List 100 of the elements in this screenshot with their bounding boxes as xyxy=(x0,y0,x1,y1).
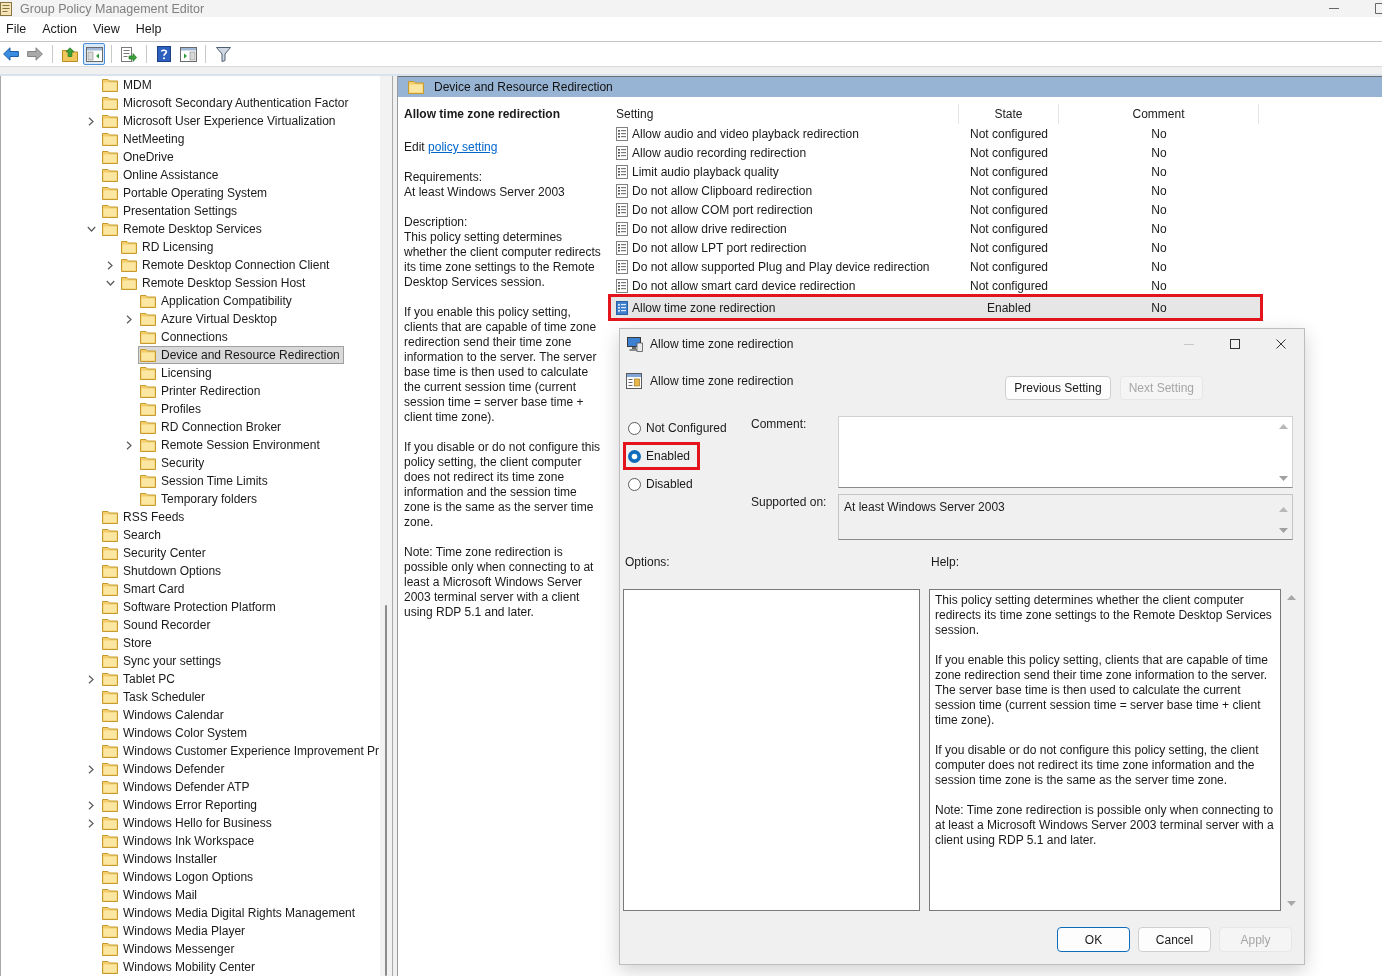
tree-item[interactable]: Temporary folders xyxy=(138,490,262,508)
folder-icon xyxy=(102,852,118,866)
table-row[interactable]: Allow time zone redirection Enabled No xyxy=(608,294,1263,321)
tree-item[interactable]: Licensing xyxy=(138,364,216,382)
chevron-right-icon[interactable] xyxy=(88,764,94,774)
tree-item[interactable]: Windows Color System xyxy=(100,724,252,742)
tree-item[interactable]: NetMeeting xyxy=(100,130,189,148)
back-arrow-icon xyxy=(3,47,19,61)
column-header[interactable]: Setting xyxy=(612,104,959,124)
tree-item[interactable]: Remote Desktop Services xyxy=(100,220,266,238)
tree-item[interactable]: Application Compatibility xyxy=(138,292,296,310)
tree-item[interactable]: Microsoft User Experience Virtualization xyxy=(100,112,340,130)
chevron-right-icon[interactable] xyxy=(107,260,113,270)
tree-item[interactable]: RSS Feeds xyxy=(100,508,189,526)
tree-item[interactable]: Task Scheduler xyxy=(100,688,210,706)
tree-item[interactable]: Session Time Limits xyxy=(138,472,272,490)
tree-item[interactable]: RD Licensing xyxy=(119,238,218,256)
tree-item[interactable]: OneDrive xyxy=(100,148,178,166)
tree-item[interactable]: Windows Error Reporting xyxy=(100,796,262,814)
folder-icon xyxy=(102,690,118,704)
tree-item[interactable]: Remote Session Environment xyxy=(138,436,324,454)
tree-item[interactable]: Windows Logon Options xyxy=(100,868,258,886)
tree-item[interactable]: Presentation Settings xyxy=(100,202,242,220)
table-row[interactable]: Do not allow smart card device redirection Not configured No xyxy=(612,276,1259,295)
tree-item[interactable]: Profiles xyxy=(138,400,205,418)
tree-item[interactable]: Windows Mobility Center xyxy=(100,958,260,976)
tree-item[interactable]: Remote Desktop Session Host xyxy=(119,274,310,292)
table-cell-text: No xyxy=(1150,300,1168,315)
chevron-right-icon[interactable] xyxy=(88,116,94,126)
tree-item[interactable]: Connections xyxy=(138,328,232,346)
console-tree-button[interactable] xyxy=(83,43,105,65)
tree-item[interactable]: Windows Hello for Business xyxy=(100,814,276,832)
tree-item[interactable]: Windows Defender ATP xyxy=(100,778,254,796)
dialog-button[interactable]: OK xyxy=(1057,927,1130,952)
requirements-label: Requirements: xyxy=(404,170,483,185)
table-row[interactable]: Do not allow COM port redirection Not configured No xyxy=(612,200,1259,219)
table-row[interactable]: Do not allow supported Plug and Play device redirection Not configured No xyxy=(612,257,1259,276)
tree-item[interactable]: Windows Media Digital Rights Management xyxy=(100,904,360,922)
radio-option[interactable]: Disabled xyxy=(623,470,703,498)
tree-item[interactable]: Windows Ink Workspace xyxy=(100,832,259,850)
chevron-right-icon[interactable] xyxy=(126,314,132,324)
table-row[interactable]: Limit audio playback quality Not configured No xyxy=(612,162,1259,181)
tree-item[interactable]: Security Center xyxy=(100,544,210,562)
tree-item[interactable]: Portable Operating System xyxy=(100,184,272,202)
chevron-right-icon[interactable] xyxy=(88,800,94,810)
tree-item[interactable]: Microsoft Secondary Authentication Factor xyxy=(100,94,353,112)
tree-item[interactable]: Sync your settings xyxy=(100,652,226,670)
radio-icon[interactable] xyxy=(628,477,641,491)
table-row[interactable]: Allow audio and video playback redirection Not configured No xyxy=(612,124,1259,143)
menu-item[interactable]: View xyxy=(84,19,128,39)
column-header[interactable]: State xyxy=(959,104,1059,124)
table-row[interactable]: Do not allow LPT port redirection Not configured No xyxy=(612,238,1259,257)
tree-item[interactable]: Remote Desktop Connection Client xyxy=(119,256,334,274)
radio-icon[interactable] xyxy=(628,421,641,435)
tree-item[interactable]: Software Protection Platform xyxy=(100,598,280,616)
tree-item[interactable]: Security xyxy=(138,454,209,472)
tree-item[interactable]: RD Connection Broker xyxy=(138,418,286,436)
dialog-button[interactable]: Cancel xyxy=(1138,927,1211,952)
radio-icon[interactable] xyxy=(628,449,641,463)
tree-item[interactable]: Windows Mail xyxy=(100,886,201,904)
tree-item[interactable]: Windows Calendar xyxy=(100,706,228,724)
chevron-right-icon[interactable] xyxy=(126,440,132,450)
tree-item[interactable]: Smart Card xyxy=(100,580,189,598)
menu-item[interactable]: File xyxy=(0,19,35,39)
menu-item[interactable]: Action xyxy=(34,19,85,39)
table-row[interactable]: Allow audio recording redirection Not configured No xyxy=(612,143,1259,162)
folder-icon xyxy=(102,708,118,722)
tree-item[interactable]: Tablet PC xyxy=(100,670,180,688)
column-header[interactable]: Comment xyxy=(1059,104,1259,124)
scrollbar[interactable] xyxy=(380,76,392,976)
tree-item[interactable]: Printer Redirection xyxy=(138,382,265,400)
tree-item[interactable]: Windows Customer Experience Improvement Pr xyxy=(100,742,380,760)
tree-item[interactable]: Windows Messenger xyxy=(100,940,239,958)
chevron-right-icon[interactable] xyxy=(88,818,94,828)
comment-field[interactable] xyxy=(838,416,1293,488)
maximize-icon[interactable] xyxy=(1375,3,1382,14)
radio-option[interactable]: Not Configured xyxy=(623,414,737,442)
tree-item[interactable]: Windows Defender xyxy=(100,760,229,778)
policy-setting-link[interactable]: policy setting xyxy=(428,140,498,154)
tree-item[interactable]: Store xyxy=(100,634,156,652)
radio-option[interactable]: Enabled xyxy=(623,442,701,470)
scroll-down-icon[interactable] xyxy=(1279,476,1288,481)
help-paragraph: If you disable or do not configure this policy setting, the client computer does not redirect its time zone information and the session time zone is the same as the server time zone. xyxy=(935,743,1260,788)
table-row[interactable]: Do not allow drive redirection Not configured No xyxy=(612,219,1259,238)
chevron-down-icon[interactable] xyxy=(105,280,115,286)
chevron-down-icon[interactable] xyxy=(86,226,96,232)
tree-item[interactable]: Azure Virtual Desktop xyxy=(138,310,281,328)
tree-item[interactable]: Windows Media Player xyxy=(100,922,250,940)
menu-item[interactable]: Help xyxy=(127,19,170,39)
tree-item[interactable]: Sound Recorder xyxy=(100,616,215,634)
tree-item[interactable]: Device and Resource Redirection xyxy=(138,346,344,364)
tree-item[interactable]: Shutdown Options xyxy=(100,562,226,580)
tree-item[interactable]: Windows Installer xyxy=(100,850,222,868)
chevron-right-icon[interactable] xyxy=(88,674,94,684)
tree-item[interactable]: Online Assistance xyxy=(100,166,223,184)
tree-item[interactable]: MDM xyxy=(100,76,156,94)
help-label: Help: xyxy=(931,555,959,569)
table-row[interactable]: Do not allow Clipboard redirection Not configured No xyxy=(612,181,1259,200)
nav-button[interactable]: Previous Setting xyxy=(1005,376,1111,400)
tree-item[interactable]: Search xyxy=(100,526,166,544)
